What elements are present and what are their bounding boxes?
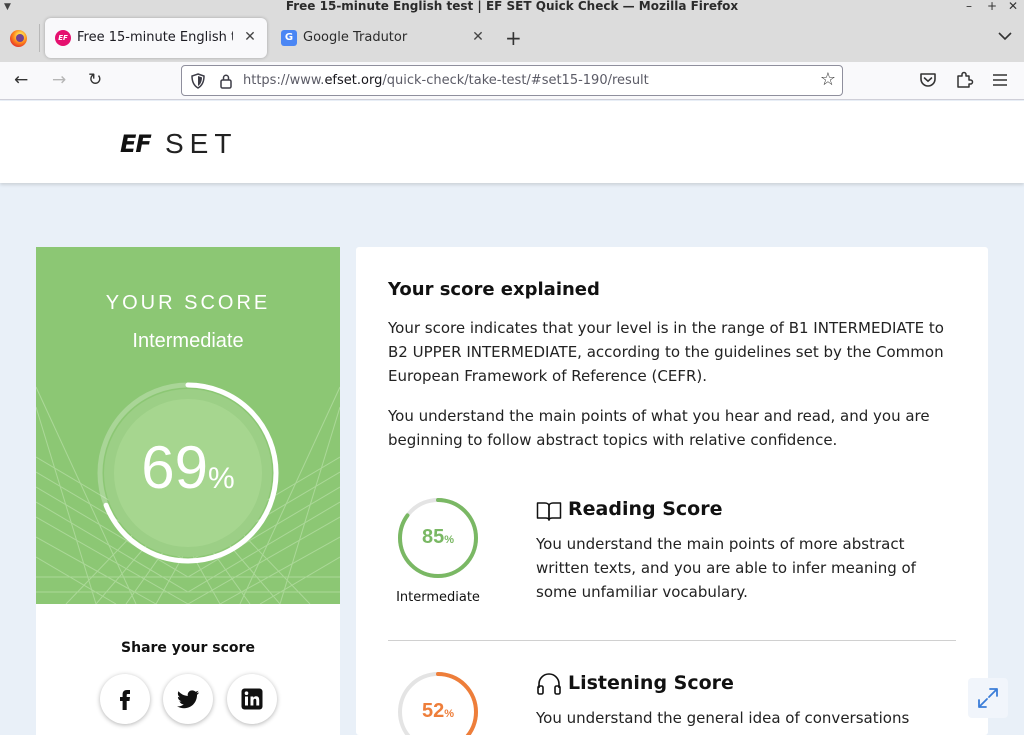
tab-label: Google Tradutor xyxy=(303,30,408,45)
listening-percent-symbol: % xyxy=(444,708,455,720)
score-percent-symbol: % xyxy=(208,462,235,495)
share-twitter-button[interactable] xyxy=(163,674,213,724)
ef-favicon-icon: EF xyxy=(55,30,71,46)
tab-close-icon[interactable]: ✕ xyxy=(469,28,487,46)
score-percentage: 69% xyxy=(96,435,280,501)
twitter-icon xyxy=(177,690,200,709)
url-text[interactable]: https://www.efset.org/quick-check/take-t… xyxy=(243,73,649,89)
reload-button[interactable]: ↻ xyxy=(88,70,102,90)
new-tab-button[interactable]: + xyxy=(505,28,522,48)
reading-score-percentage: 85% xyxy=(397,526,479,549)
share-linkedin-button[interactable] xyxy=(227,674,277,724)
google-translate-favicon-icon: G xyxy=(281,30,297,46)
back-button[interactable]: ← xyxy=(14,70,28,90)
tab-label: Free 15-minute English test | EF SET Qui… xyxy=(77,30,233,45)
score-explanation-card: Your score explained Your score indicate… xyxy=(356,247,988,735)
tab-strip: EF Free 15-minute English test | EF SET … xyxy=(0,14,1024,62)
hamburger-menu-icon[interactable] xyxy=(990,70,1010,90)
window-titlebar: ▼ Free 15-minute English test | EF SET Q… xyxy=(0,0,1024,14)
ef-logo[interactable]: EF xyxy=(120,130,152,158)
reading-score-level: Intermediate xyxy=(396,590,480,605)
facebook-icon xyxy=(120,690,130,710)
address-bar[interactable]: https://www.efset.org/quick-check/take-t… xyxy=(181,65,843,96)
bookmark-star-icon[interactable]: ☆ xyxy=(820,69,836,90)
your-score-label: YOUR SCORE xyxy=(105,292,271,314)
site-header: EF SET xyxy=(0,101,1024,183)
explanation-title: Your score explained xyxy=(388,279,600,300)
reading-score-value: 85 xyxy=(421,526,445,548)
score-card: YOUR SCORE Intermediate 69% Share your s… xyxy=(36,247,340,735)
tab-separator xyxy=(39,24,40,52)
list-all-tabs-icon[interactable] xyxy=(998,30,1012,44)
pocket-icon[interactable] xyxy=(918,70,938,90)
reading-score-description: You understand the main points of more a… xyxy=(536,535,916,601)
maximize-button[interactable]: + xyxy=(987,0,997,13)
fullscreen-expand-button[interactable] xyxy=(968,678,1008,718)
tracking-protection-shield-icon[interactable] xyxy=(191,73,205,89)
listening-score-description: You understand the general idea of conve… xyxy=(536,709,910,735)
set-logo-text[interactable]: SET xyxy=(165,128,237,160)
navigation-toolbar: ← → ↻ https://www.efset.org/quick-check/… xyxy=(0,62,1024,100)
section-divider xyxy=(388,640,956,641)
close-window-button[interactable]: ✕ xyxy=(1008,0,1018,13)
tab-google-tradutor[interactable]: G Google Tradutor ✕ xyxy=(271,18,495,58)
tab-efset[interactable]: EF Free 15-minute English test | EF SET … xyxy=(45,18,267,58)
window-title: Free 15-minute English test | EF SET Qui… xyxy=(285,0,739,13)
extensions-puzzle-icon[interactable] xyxy=(954,70,974,90)
lock-icon[interactable] xyxy=(219,73,233,89)
share-score-title: Share your score xyxy=(121,640,255,656)
score-level: Intermediate xyxy=(132,330,244,352)
headphones-icon xyxy=(537,673,561,695)
firefox-icon[interactable] xyxy=(10,30,27,47)
score-panel: YOUR SCORE Intermediate 69% xyxy=(36,247,340,604)
explanation-paragraph-1: Your score indicates that your level is … xyxy=(388,319,944,385)
listening-score-title: Listening Score xyxy=(568,672,734,694)
share-facebook-button[interactable] xyxy=(100,674,150,724)
expand-arrows-icon xyxy=(978,688,998,708)
tab-close-icon[interactable]: ✕ xyxy=(241,28,259,46)
listening-score-value: 52 xyxy=(421,700,445,722)
score-value: 69 xyxy=(141,434,209,501)
reading-percent-symbol: % xyxy=(444,534,455,546)
explanation-paragraph-2: You understand the main points of what y… xyxy=(388,407,930,449)
forward-button[interactable]: → xyxy=(52,70,66,90)
book-icon xyxy=(536,502,562,521)
reading-score-title: Reading Score xyxy=(568,498,723,520)
linkedin-icon xyxy=(241,688,263,710)
listening-score-percentage: 52% xyxy=(397,700,479,723)
minimize-button[interactable]: – xyxy=(966,0,972,13)
